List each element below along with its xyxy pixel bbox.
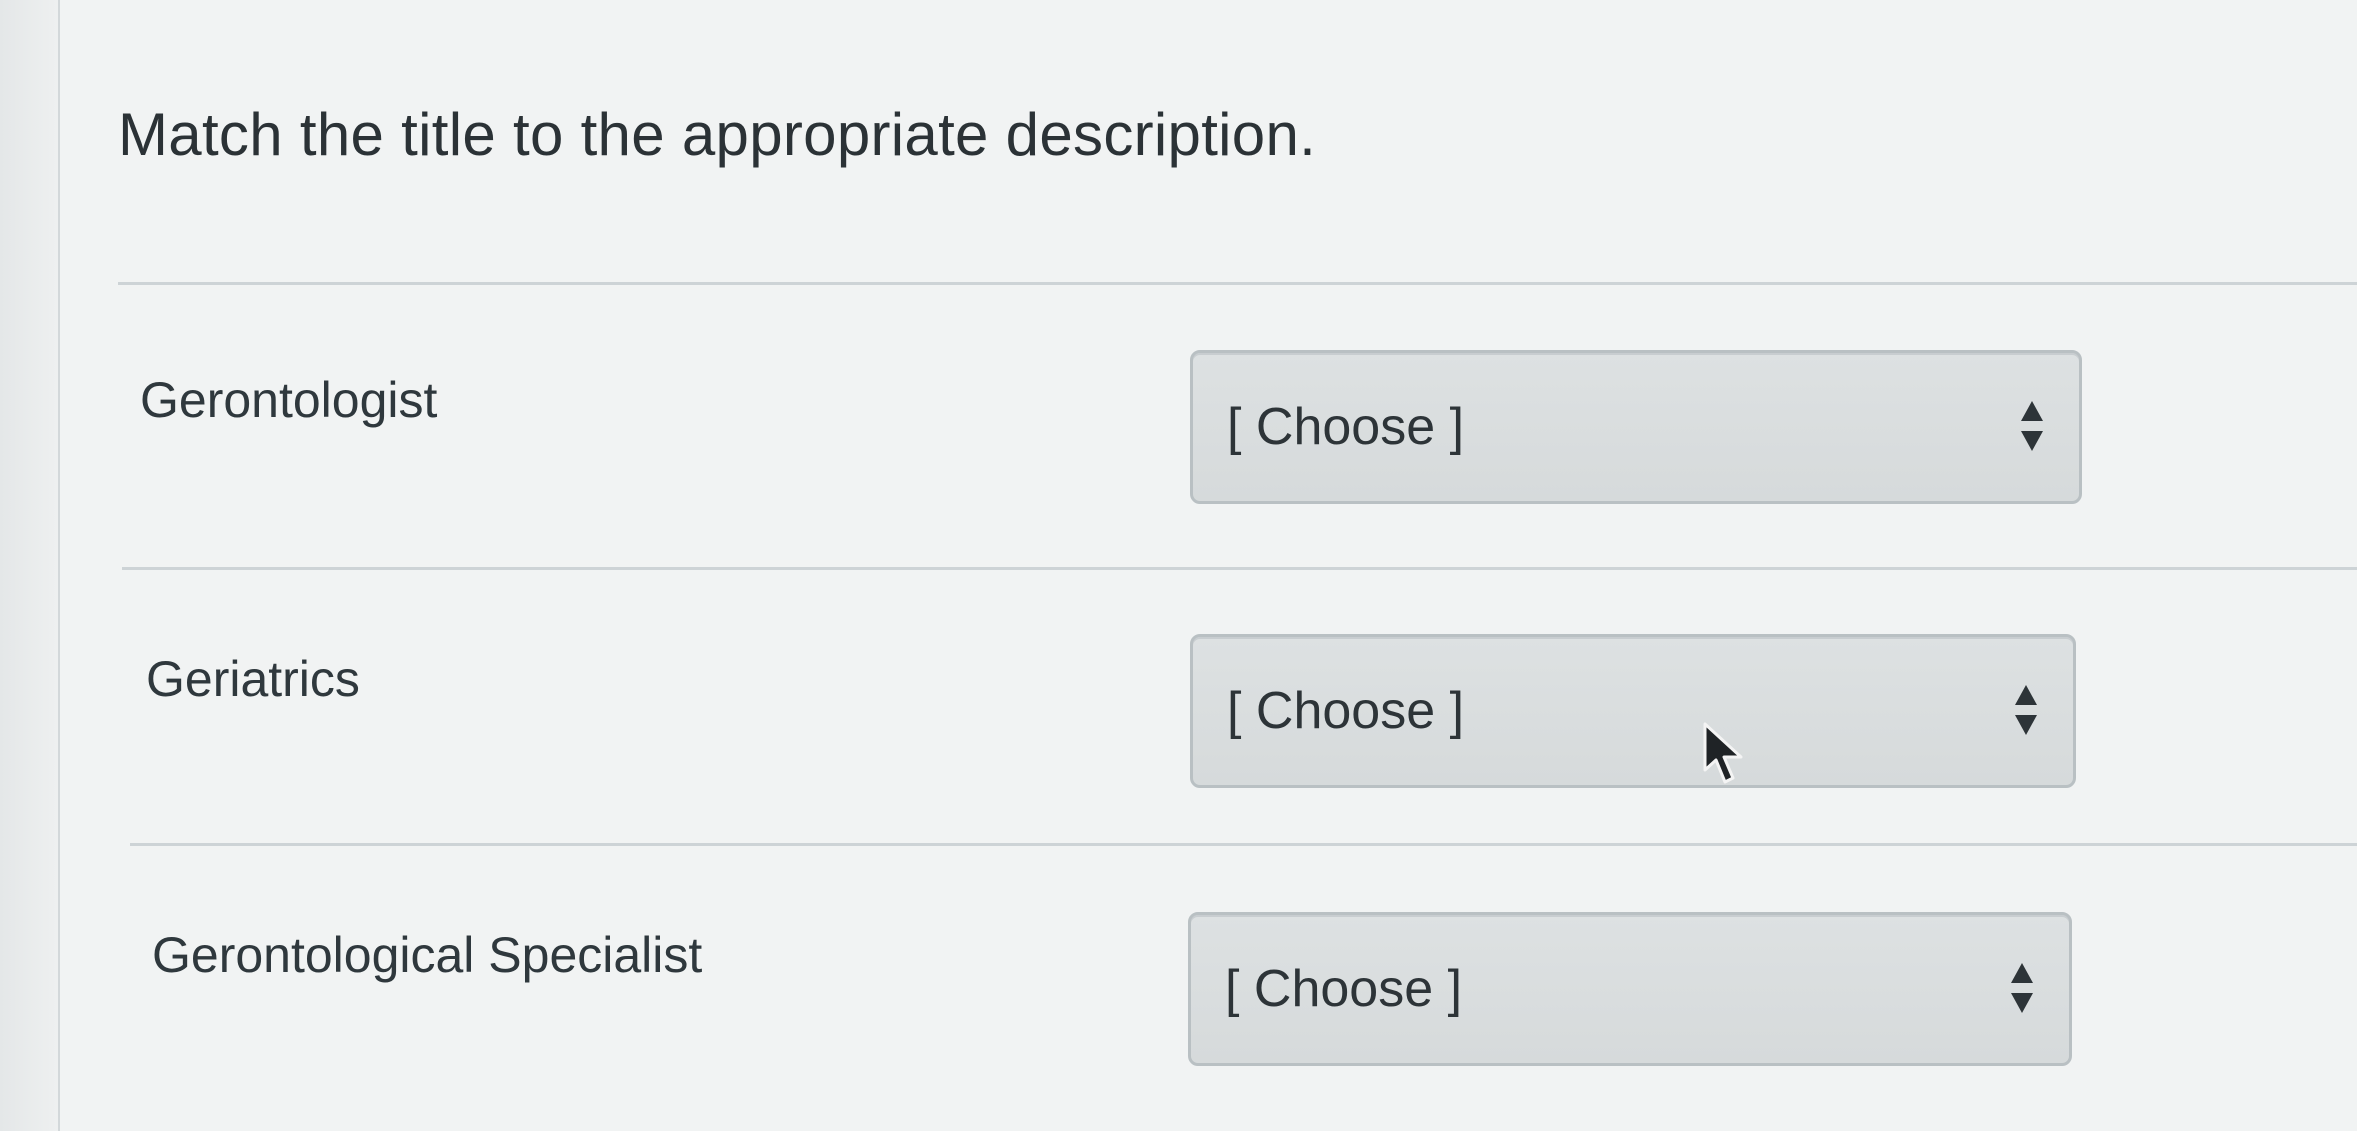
select-value: [ Choose ] (1227, 682, 1465, 740)
up-down-chevron-icon (2021, 401, 2043, 451)
answer-row: Gerontologist [ Choose ] (60, 285, 2357, 565)
term-label: Gerontological Specialist (152, 927, 703, 983)
answer-row: Geriatrics [ Choose ] (60, 570, 2357, 842)
answer-select[interactable]: [ Choose ] (1190, 634, 2076, 788)
answer-row: Gerontological Specialist [ Choose ] (60, 846, 2357, 1131)
select-value: [ Choose ] (1225, 960, 1463, 1018)
term-label: Geriatrics (146, 651, 360, 707)
answer-select[interactable]: [ Choose ] (1190, 350, 2082, 504)
term-label: Gerontologist (140, 372, 438, 428)
question-prompt: Match the title to the appropriate descr… (118, 101, 1317, 168)
question-card: Match the title to the appropriate descr… (60, 0, 2357, 1131)
select-value: [ Choose ] (1227, 398, 1465, 456)
answer-select[interactable]: [ Choose ] (1188, 912, 2072, 1066)
mouse-cursor-icon (1703, 722, 1743, 784)
up-down-chevron-icon (2011, 963, 2033, 1013)
page: Match the title to the appropriate descr… (0, 0, 2357, 1131)
up-down-chevron-icon (2015, 685, 2037, 735)
left-rail (0, 0, 60, 1131)
